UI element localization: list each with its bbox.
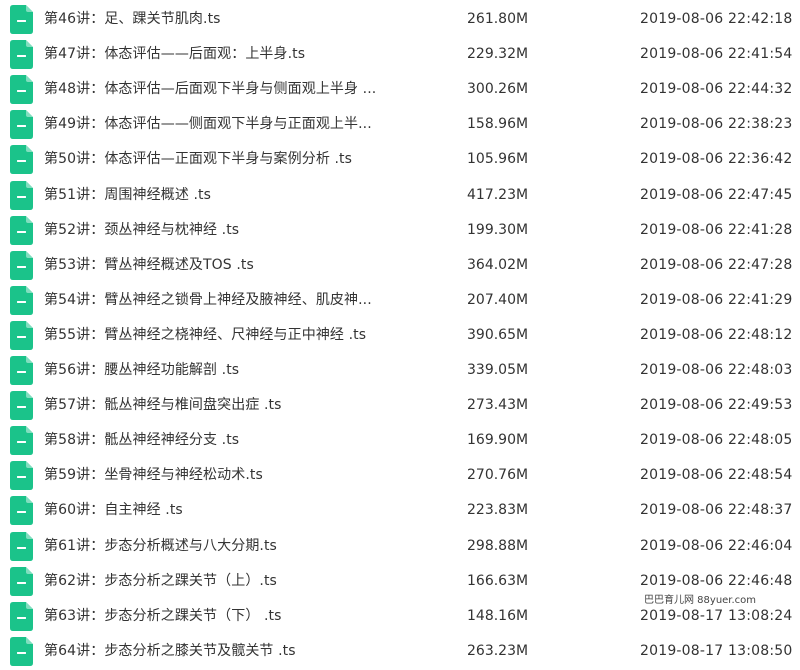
document-icon[interactable]	[10, 566, 33, 596]
file-row[interactable]: 第61讲：步态分析概述与八大分期.ts 298.88M 2019-08-06 22:…	[0, 529, 800, 564]
file-size: 273.43M	[467, 397, 529, 414]
document-icon[interactable]	[10, 180, 33, 210]
file-row[interactable]: 第54讲：臂丛神经之锁骨上神经及腋神经、肌皮神... 207.40M 2019-08…	[0, 283, 800, 318]
file-row[interactable]: 第53讲：臂丛神经概述及TOS .ts 364.02M 2019-08-06 22:…	[0, 248, 800, 283]
file-row[interactable]: 第52讲：颈丛神经与枕神经 .ts 199.30M 2019-08-06 22:41…	[0, 213, 800, 248]
file-name[interactable]: 第47讲：体态评估——后面观：上半身.ts	[44, 37, 416, 72]
file-modified-date: 2019-08-06 22:49:53	[640, 397, 793, 414]
file-size: 390.65M	[467, 326, 529, 343]
file-row[interactable]: 第64讲：步态分析之膝关节及髋关节 .ts 263.23M 2019-08-17 1…	[0, 634, 800, 669]
file-size: 223.83M	[467, 502, 529, 519]
file-name[interactable]: 第64讲：步态分析之膝关节及髋关节 .ts	[44, 634, 416, 669]
file-row[interactable]: 第59讲：坐骨神经与神经松动术.ts 270.76M 2019-08-06 22:4…	[0, 458, 800, 493]
file-size: 364.02M	[467, 256, 529, 273]
file-row[interactable]: 第57讲：骶丛神经与椎间盘突出症 .ts 273.43M 2019-08-06 22…	[0, 388, 800, 423]
file-modified-date: 2019-08-06 22:48:05	[640, 432, 793, 449]
document-icon[interactable]	[10, 5, 33, 34]
file-size: 105.96M	[467, 151, 529, 168]
file-name[interactable]: 第51讲：周围神经概述 .ts	[44, 178, 416, 213]
document-icon[interactable]	[10, 426, 33, 456]
file-row[interactable]: 第56讲：腰丛神经功能解剖 .ts 339.05M 2019-08-06 22:48…	[0, 353, 800, 388]
file-modified-date: 2019-08-06 22:41:54	[640, 46, 793, 63]
file-modified-date: 2019-08-06 22:48:03	[640, 362, 793, 378]
document-icon[interactable]	[10, 356, 33, 385]
file-name[interactable]: 第61讲：步态分析概述与八大分期.ts	[44, 529, 416, 564]
file-modified-date: 2019-08-17 13:08:50	[640, 642, 793, 659]
file-modified-date: 2019-08-06 22:47:45	[640, 186, 793, 203]
document-icon[interactable]	[10, 285, 33, 315]
file-row[interactable]: 第50讲：体态评估—正面观下半身与案例分析 .ts 105.96M 2019-08-…	[0, 142, 800, 177]
file-list: 第46讲：足、踝关节肌肉.ts 261.80M 2019-08-06 22:42:1…	[0, 0, 800, 670]
file-modified-date: 2019-08-06 22:48:12	[640, 326, 793, 343]
file-name[interactable]: 第60讲：自主神经 .ts	[44, 493, 416, 528]
document-icon[interactable]	[10, 496, 33, 526]
file-modified-date: 2019-08-06 22:41:28	[640, 221, 793, 238]
document-icon[interactable]	[10, 110, 33, 140]
file-modified-date: 2019-08-06 22:41:29	[640, 291, 793, 308]
file-name[interactable]: 第50讲：体态评估—正面观下半身与案例分析 .ts	[44, 142, 416, 177]
file-size: 339.05M	[467, 362, 529, 378]
file-row[interactable]: 第46讲：足、踝关节肌肉.ts 261.80M 2019-08-06 22:42:1…	[0, 2, 800, 37]
document-icon[interactable]	[10, 250, 33, 280]
file-name[interactable]: 第48讲：体态评估—后面观下半身与侧面观上半身 ...	[44, 72, 416, 107]
file-modified-date: 2019-08-06 22:48:54	[640, 467, 793, 484]
watermark: 巴巴育儿网 88yuer.com	[642, 593, 761, 609]
file-name[interactable]: 第63讲：步态分析之踝关节（下） .ts	[44, 599, 416, 634]
file-row[interactable]: 第48讲：体态评估—后面观下半身与侧面观上半身 ... 300.26M 2019-0…	[0, 72, 800, 107]
file-name[interactable]: 第55讲：臂丛神经之桡神经、尺神经与正中神经 .ts	[44, 318, 416, 353]
file-row[interactable]: 第47讲：体态评估——后面观：上半身.ts 229.32M 2019-08-06 2…	[0, 37, 800, 72]
file-size: 229.32M	[467, 46, 529, 63]
document-icon[interactable]	[10, 320, 33, 350]
file-size: 166.63M	[467, 572, 529, 589]
document-icon[interactable]	[10, 215, 33, 245]
file-name[interactable]: 第54讲：臂丛神经之锁骨上神经及腋神经、肌皮神...	[44, 283, 416, 318]
file-modified-date: 2019-08-06 22:42:18	[640, 11, 793, 27]
file-modified-date: 2019-08-06 22:36:42	[640, 151, 793, 168]
file-size: 207.40M	[467, 291, 529, 308]
file-name[interactable]: 第57讲：骶丛神经与椎间盘突出症 .ts	[44, 388, 416, 423]
file-size: 298.88M	[467, 537, 529, 554]
file-size: 261.80M	[467, 11, 529, 27]
file-name[interactable]: 第53讲：臂丛神经概述及TOS .ts	[44, 248, 416, 283]
file-name[interactable]: 第52讲：颈丛神经与枕神经 .ts	[44, 213, 416, 248]
file-modified-date: 2019-08-06 22:48:37	[640, 502, 793, 519]
document-icon[interactable]	[10, 601, 33, 631]
document-icon[interactable]	[10, 75, 33, 105]
file-name[interactable]: 第59讲：坐骨神经与神经松动术.ts	[44, 458, 416, 493]
file-row[interactable]: 第55讲：臂丛神经之桡神经、尺神经与正中神经 .ts 390.65M 2019-08…	[0, 318, 800, 353]
document-icon[interactable]	[10, 531, 33, 561]
file-modified-date: 2019-08-06 22:44:32	[640, 81, 793, 98]
document-icon[interactable]	[10, 636, 33, 666]
file-name[interactable]: 第56讲：腰丛神经功能解剖 .ts	[44, 353, 416, 388]
file-name[interactable]: 第46讲：足、踝关节肌肉.ts	[44, 2, 416, 37]
document-icon[interactable]	[10, 391, 33, 421]
file-size: 158.96M	[467, 116, 529, 133]
file-size: 169.90M	[467, 432, 529, 449]
file-size: 148.16M	[467, 607, 529, 624]
file-modified-date: 2019-08-06 22:47:28	[640, 256, 793, 273]
file-size: 270.76M	[467, 467, 529, 484]
file-name[interactable]: 第58讲：骶丛神经神经分支 .ts	[44, 423, 416, 458]
file-size: 199.30M	[467, 221, 529, 238]
file-size: 417.23M	[467, 186, 529, 203]
file-row[interactable]: 第58讲：骶丛神经神经分支 .ts 169.90M 2019-08-06 22:48…	[0, 423, 800, 458]
document-icon[interactable]	[10, 145, 33, 175]
file-row[interactable]: 第60讲：自主神经 .ts 223.83M 2019-08-06 22:48:37	[0, 493, 800, 528]
file-name[interactable]: 第49讲：体态评估——侧面观下半身与正面观上半...	[44, 107, 416, 142]
file-name[interactable]: 第62讲：步态分析之踝关节（上）.ts	[44, 564, 416, 599]
file-size: 300.26M	[467, 81, 529, 98]
document-icon[interactable]	[10, 461, 33, 491]
document-icon[interactable]	[10, 40, 33, 70]
file-size: 263.23M	[467, 642, 529, 659]
file-modified-date: 2019-08-06 22:46:04	[640, 537, 793, 554]
file-row[interactable]: 第51讲：周围神经概述 .ts 417.23M 2019-08-06 22:47:4…	[0, 178, 800, 213]
file-row[interactable]: 第49讲：体态评估——侧面观下半身与正面观上半... 158.96M 2019-08…	[0, 107, 800, 142]
file-modified-date: 2019-08-06 22:38:23	[640, 116, 793, 133]
